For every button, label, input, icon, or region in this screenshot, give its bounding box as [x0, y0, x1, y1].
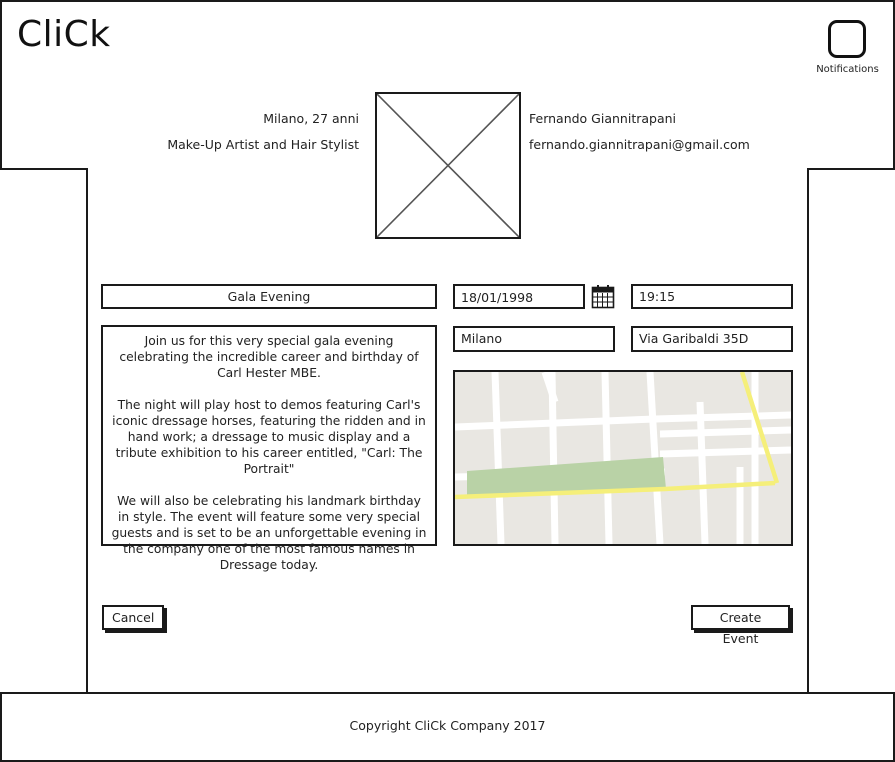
cancel-button[interactable]: Cancel	[102, 605, 164, 630]
image-placeholder-icon	[376, 93, 520, 238]
create-event-button[interactable]: Create Event	[691, 605, 790, 646]
profile-profession: Make-Up Artist and Hair Stylist	[167, 137, 359, 152]
notifications-label: Notifications	[816, 64, 879, 75]
event-city-input[interactable]: Milano	[453, 326, 615, 352]
notifications-button[interactable]	[828, 20, 866, 58]
event-description-textarea[interactable]: Join us for this very special gala eveni…	[101, 325, 437, 572]
map-graphic	[455, 372, 791, 544]
avatar[interactable]	[375, 92, 521, 239]
calendar-icon[interactable]	[591, 284, 615, 309]
app-logo[interactable]: CliCk	[17, 14, 111, 55]
location-map[interactable]	[453, 370, 793, 546]
profile-email: fernando.giannitrapani@gmail.com	[529, 137, 750, 152]
description-paragraph: Join us for this very special gala eveni…	[119, 334, 419, 380]
description-paragraph: The night will play host to demos featur…	[112, 398, 426, 476]
profile-location-age: Milano, 27 anni	[263, 111, 359, 126]
profile-full-name: Fernando Giannitrapani	[529, 111, 677, 126]
event-title-input[interactable]: Gala Evening	[101, 284, 437, 309]
description-paragraph: We will also be celebrating his landmark…	[111, 494, 427, 572]
event-time-input[interactable]: 19:15	[631, 284, 793, 309]
copyright-text: Copyright CliCk Company 2017	[349, 718, 546, 733]
event-date-input[interactable]: 18/01/1998	[453, 284, 585, 309]
event-address-input[interactable]: Via Garibaldi 35D	[631, 326, 793, 352]
